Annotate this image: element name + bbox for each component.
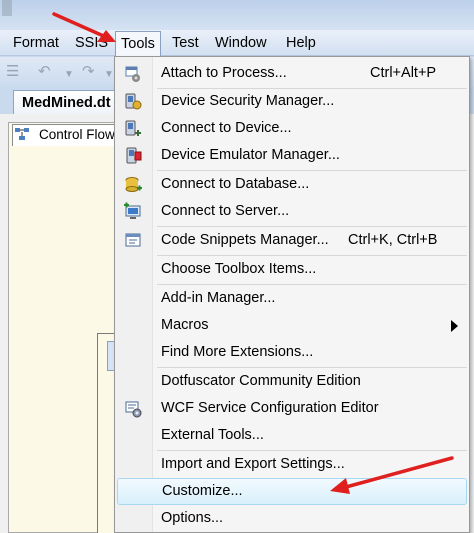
document-tab[interactable]: MedMined.dt xyxy=(13,90,123,115)
menu-window[interactable]: Window xyxy=(215,34,267,54)
partial-glyph xyxy=(2,0,12,16)
redo-icon[interactable]: ↷ xyxy=(82,63,95,81)
menu-item-connect-to-device[interactable]: Connect to Device... xyxy=(115,115,469,142)
menu-item-find-more-extensions[interactable]: Find More Extensions... xyxy=(115,339,469,366)
connect-server-icon xyxy=(124,202,141,219)
wcf-config-icon xyxy=(125,401,142,418)
menu-item-dotfuscator[interactable]: Dotfuscator Community Edition xyxy=(115,368,469,395)
menu-item-code-snippets-manager[interactable]: Code Snippets Manager... Ctrl+K, Ctrl+B xyxy=(115,227,469,254)
menu-item-wcf-config-editor[interactable]: WCF Service Configuration Editor xyxy=(115,395,469,422)
menu-help[interactable]: Help xyxy=(286,34,316,54)
menu-bar: Format SSIS Tools Test Window Help xyxy=(0,30,474,56)
attach-process-icon xyxy=(125,66,140,82)
menu-format[interactable]: Format xyxy=(13,34,59,54)
connect-database-icon xyxy=(125,177,142,192)
menu-item-import-export-settings[interactable]: Import and Export Settings... xyxy=(115,451,469,478)
tools-menu-dropdown: Attach to Process... Ctrl+Alt+P Device S… xyxy=(114,56,470,533)
menu-item-connect-to-database[interactable]: Connect to Database... xyxy=(115,171,469,198)
undo-dropdown-icon[interactable]: ▼ xyxy=(64,66,74,84)
menu-item-options[interactable]: Options... xyxy=(115,505,469,532)
menu-item-connect-to-server[interactable]: Connect to Server... xyxy=(115,198,469,225)
menu-item-device-emulator-manager[interactable]: Device Emulator Manager... xyxy=(115,142,469,169)
menu-item-add-in-manager[interactable]: Add-in Manager... xyxy=(115,285,469,312)
menu-item-customize[interactable]: Customize... xyxy=(117,478,467,505)
toolbar-grip-icon[interactable]: ☰ xyxy=(6,63,19,81)
menu-ssis[interactable]: SSIS xyxy=(75,34,108,54)
menu-test[interactable]: Test xyxy=(172,34,199,54)
menu-item-macros[interactable]: Macros xyxy=(115,312,469,339)
code-snippets-icon xyxy=(125,233,141,247)
menu-tools[interactable]: Tools xyxy=(115,31,161,56)
menu-item-choose-toolbox-items[interactable]: Choose Toolbox Items... xyxy=(115,256,469,283)
submenu-arrow-icon xyxy=(451,320,458,332)
redo-dropdown-icon[interactable]: ▼ xyxy=(104,66,114,84)
menu-item-attach-to-process[interactable]: Attach to Process... Ctrl+Alt+P xyxy=(115,60,469,87)
device-emulator-icon xyxy=(126,147,142,164)
title-strip xyxy=(0,0,474,30)
device-security-icon xyxy=(125,93,142,110)
menu-item-device-security-manager[interactable]: Device Security Manager... xyxy=(115,88,469,115)
undo-icon[interactable]: ↶ xyxy=(38,63,51,81)
menu-item-external-tools[interactable]: External Tools... xyxy=(115,422,469,449)
control-flow-icon xyxy=(15,128,29,140)
connect-device-icon xyxy=(125,120,141,136)
